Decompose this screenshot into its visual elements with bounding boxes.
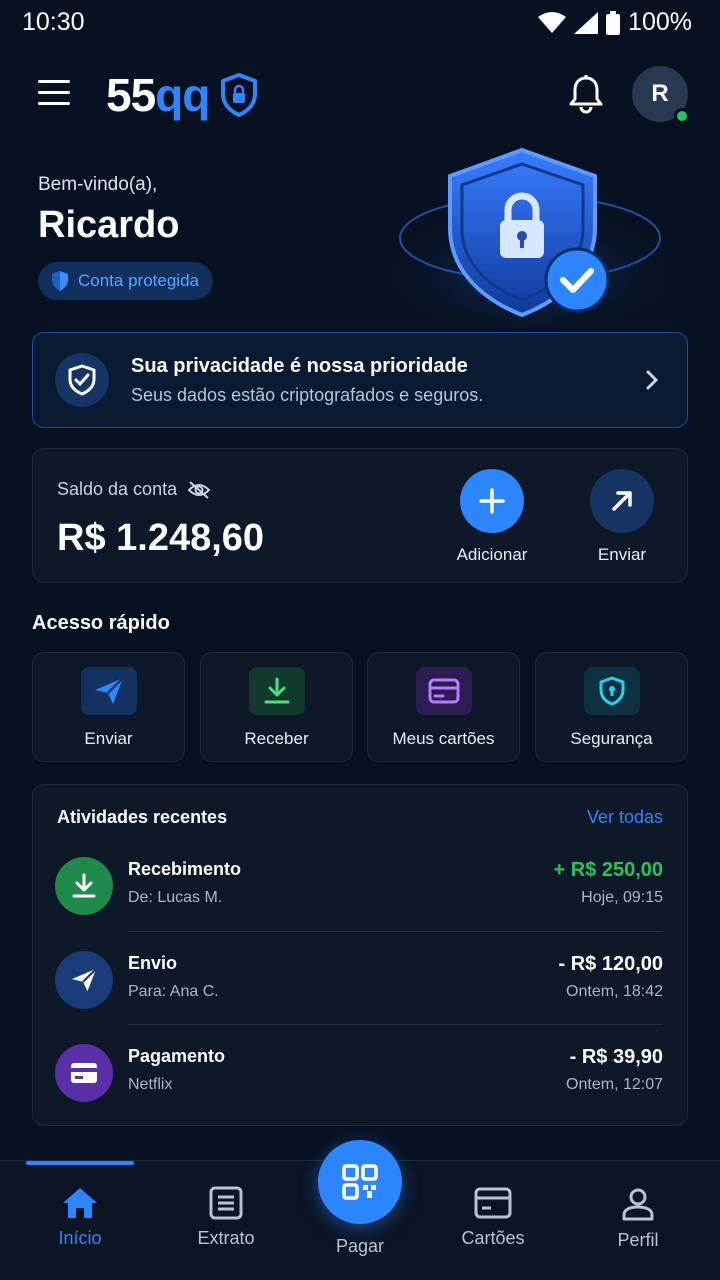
activity-amount: - R$ 39,90 — [569, 1046, 663, 1068]
qr-code-icon — [342, 1164, 378, 1200]
protected-account-badge: Conta protegida — [38, 262, 213, 300]
activity-time: Ontem, 18:42 — [566, 983, 663, 1000]
quick-receive-button[interactable]: Receber — [200, 652, 353, 762]
privacy-shield-icon — [55, 353, 109, 407]
balance-label: Saldo da conta — [57, 479, 178, 499]
logo-shield-icon — [221, 73, 258, 117]
status-icons: 100% — [538, 8, 692, 37]
status-time: 10:30 — [22, 8, 85, 36]
badge-label: Conta protegida — [78, 271, 199, 290]
logo-text-blue: qq — [155, 69, 210, 121]
nav-profile[interactable]: Perfil — [578, 1186, 698, 1251]
activity-row[interactable]: Recebimento De: Lucas M. + R$ 250,00 Hoj… — [33, 837, 687, 930]
security-shield-illustration — [390, 147, 680, 330]
quick-cards-button[interactable]: Meus cartões — [367, 652, 520, 762]
online-status-dot — [674, 108, 690, 124]
activity-row[interactable]: Pagamento Netflix - R$ 39,90 Ontem, 12:0… — [33, 1024, 687, 1117]
shield-icon — [52, 271, 68, 291]
activity-name: Envio — [128, 953, 178, 973]
list-icon — [209, 1186, 243, 1220]
activity-detail: Netflix — [128, 1076, 173, 1093]
active-tab-indicator — [26, 1161, 134, 1165]
welcome-greeting: Bem-vindo(a), — [38, 174, 158, 195]
logo-text-white: 55 — [106, 69, 156, 121]
quick-send-label: Enviar — [84, 729, 133, 748]
balance-value: R$ 1.248,60 — [57, 517, 265, 559]
card-icon — [55, 1044, 113, 1102]
nav-statement[interactable]: Extrato — [166, 1186, 286, 1249]
card-icon — [415, 667, 472, 715]
send-icon — [80, 667, 137, 715]
add-money-label: Adicionar — [456, 545, 528, 564]
recent-activities-card: Atividades recentes Ver todas Recebiment… — [32, 784, 688, 1126]
activity-name: Recebimento — [128, 859, 242, 879]
nav-cards-label: Cartões — [461, 1228, 525, 1248]
activity-amount: + R$ 250,00 — [553, 859, 663, 881]
quick-security-label: Segurança — [570, 729, 653, 748]
user-name: Ricardo — [38, 204, 180, 246]
send-icon — [55, 951, 113, 1009]
activity-amount: - R$ 120,00 — [558, 953, 663, 975]
balance-label-row: Saldo da conta — [57, 479, 211, 500]
quick-access-title: Acesso rápido — [32, 612, 170, 634]
activities-title: Atividades recentes — [57, 807, 228, 827]
add-money-button[interactable]: Adicionar — [437, 469, 547, 565]
activity-detail: De: Lucas M. — [128, 889, 223, 906]
avatar-initial: R — [651, 80, 669, 107]
quick-cards-label: Meus cartões — [392, 729, 495, 748]
user-icon — [622, 1188, 654, 1221]
menu-icon[interactable] — [38, 80, 70, 106]
plus-icon — [460, 469, 524, 533]
app-logo: 55qq — [106, 68, 259, 122]
privacy-subtitle: Seus dados estão criptografados e seguro… — [131, 385, 484, 405]
balance-card: Saldo da conta R$ 1.248,60 Adicionar Env… — [32, 448, 688, 583]
battery-percent: 100% — [628, 8, 692, 36]
receive-icon — [55, 857, 113, 915]
pay-qr-button[interactable] — [318, 1140, 402, 1224]
privacy-banner[interactable]: Sua privacidade é nossa prioridade Seus … — [32, 332, 688, 428]
nav-home-label: Início — [58, 1228, 102, 1248]
activity-detail: Para: Ana C. — [128, 983, 219, 1000]
avatar[interactable]: R — [632, 66, 690, 124]
activity-row[interactable]: Envio Para: Ana C. - R$ 120,00 Ontem, 18… — [33, 931, 687, 1024]
card-icon — [474, 1187, 512, 1219]
activity-time: Hoje, 09:15 — [581, 889, 663, 906]
bell-icon[interactable] — [568, 74, 604, 114]
home-icon — [63, 1188, 97, 1218]
download-icon — [248, 667, 305, 715]
battery-icon — [606, 10, 621, 35]
nav-profile-label: Perfil — [617, 1230, 659, 1250]
wifi-icon — [538, 11, 567, 33]
send-money-label: Enviar — [597, 545, 647, 564]
see-all-link[interactable]: Ver todas — [587, 807, 663, 828]
shield-lock-icon — [583, 667, 640, 715]
chevron-right-icon — [646, 370, 659, 390]
signal-icon — [574, 11, 599, 34]
send-money-button[interactable]: Enviar — [567, 469, 677, 565]
nav-pay-label: Pagar — [335, 1236, 385, 1256]
nav-home[interactable]: Início — [20, 1186, 140, 1249]
nav-cards[interactable]: Cartões — [433, 1186, 553, 1249]
nav-statement-label: Extrato — [197, 1228, 255, 1248]
privacy-title: Sua privacidade é nossa prioridade — [131, 355, 468, 377]
arrow-up-right-icon — [590, 469, 654, 533]
quick-receive-label: Receber — [244, 729, 309, 748]
quick-security-button[interactable]: Segurança — [535, 652, 688, 762]
quick-send-button[interactable]: Enviar — [32, 652, 185, 762]
eye-off-icon[interactable] — [187, 480, 211, 500]
activity-time: Ontem, 12:07 — [566, 1076, 663, 1093]
activity-name: Pagamento — [128, 1046, 226, 1066]
